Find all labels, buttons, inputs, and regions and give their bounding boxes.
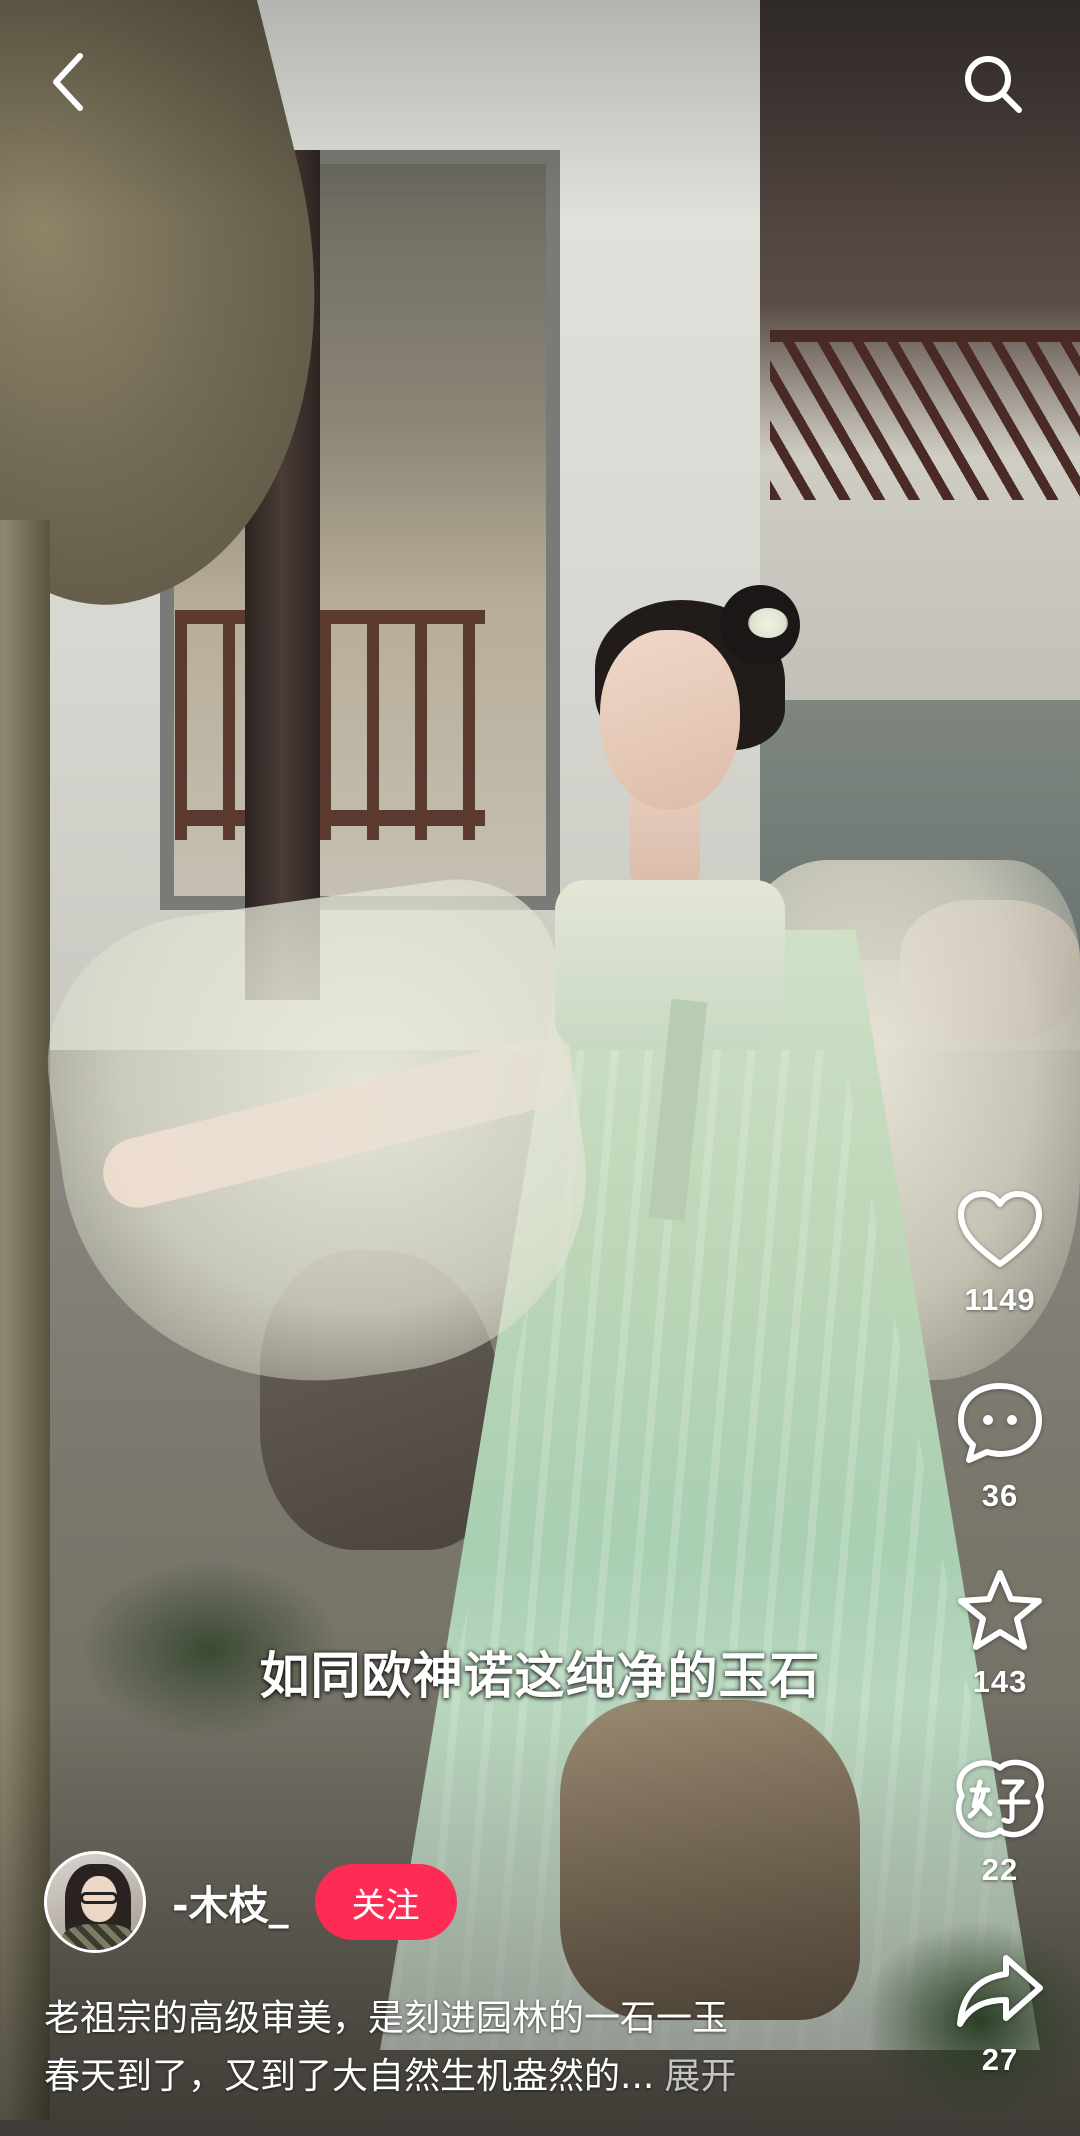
search-icon bbox=[965, 56, 1022, 113]
author-row: -木枝_ 关注 bbox=[44, 1851, 457, 1953]
figure-hair-flower bbox=[748, 608, 788, 638]
avatar-glasses bbox=[80, 1892, 118, 1904]
background-railing bbox=[175, 610, 485, 840]
rate-count: 22 bbox=[981, 1852, 1019, 1887]
video-frame[interactable] bbox=[0, 0, 1080, 2136]
like-count: 1149 bbox=[964, 1282, 1036, 1317]
description-line: 春天到了，又到了大自然生机盎然的... 展开 bbox=[44, 2048, 924, 2106]
back-button[interactable] bbox=[32, 46, 104, 118]
video-player-screen[interactable]: 1149 36 143 22 27 如同欧神诺这纯净的玉石 -木枝_ 关注 老祖… bbox=[0, 0, 1080, 2136]
like-button[interactable]: 1149 bbox=[935, 1190, 1065, 1318]
search-button[interactable] bbox=[955, 46, 1031, 122]
heart-icon bbox=[958, 1191, 1042, 1267]
top-gradient bbox=[0, 0, 1080, 220]
description-line: 老祖宗的高级审美，是刻进园林的一石一玉 bbox=[44, 1998, 729, 2039]
share-button[interactable]: 27 bbox=[935, 1950, 1065, 2078]
comment-bubble-icon bbox=[958, 1383, 1042, 1463]
author-name[interactable]: -木枝_ bbox=[172, 1873, 289, 1931]
chevron-left-icon bbox=[53, 53, 83, 111]
expand-link[interactable]: 展开 bbox=[664, 2056, 736, 2097]
share-count: 27 bbox=[981, 2042, 1019, 2077]
comment-button[interactable]: 36 bbox=[935, 1380, 1065, 1514]
description-text: 春天到了，又到了大自然生机盎然的... bbox=[44, 2056, 655, 2097]
background-railing-right bbox=[770, 330, 1080, 500]
hao-badge-icon bbox=[955, 1759, 1045, 1838]
share-arrow-icon bbox=[957, 1955, 1043, 2027]
figure-face bbox=[600, 630, 740, 810]
rate-button[interactable]: 22 bbox=[935, 1756, 1065, 1888]
avatar[interactable] bbox=[44, 1851, 146, 1953]
post-description: 老祖宗的高级审美，是刻进园林的一石一玉 春天到了，又到了大自然生机盎然的... 展… bbox=[44, 1990, 924, 2106]
avatar-body bbox=[61, 1924, 137, 1950]
video-subtitle: 如同欧神诺这纯净的玉石 bbox=[259, 1647, 821, 1705]
comment-count: 36 bbox=[981, 1478, 1019, 1513]
follow-button[interactable]: 关注 bbox=[314, 1864, 457, 1940]
